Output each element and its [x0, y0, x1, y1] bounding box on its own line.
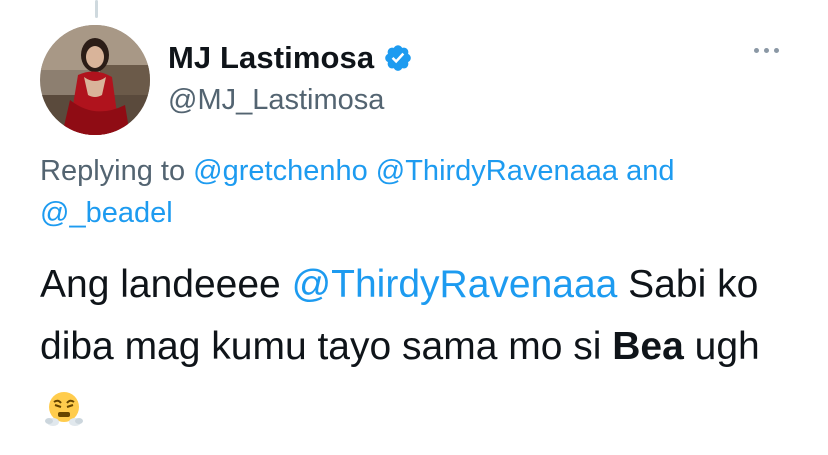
- avatar[interactable]: [40, 25, 150, 135]
- thread-connector-line: [95, 0, 98, 18]
- tweet-mention[interactable]: @ThirdyRavenaaa: [292, 263, 618, 306]
- face-with-steam-from-nose-icon: [44, 386, 84, 448]
- author-display-name[interactable]: MJ Lastimosa: [168, 40, 374, 76]
- verified-badge-icon: [383, 43, 413, 73]
- reply-mention-beadel[interactable]: @_beadel: [40, 197, 173, 229]
- tweet-text-part: Ang landeeee: [40, 263, 281, 306]
- reply-context: Replying to @gretchenho @ThirdyRavenaaa …: [40, 150, 800, 234]
- reply-mention-gretchenho[interactable]: @gretchenho: [193, 155, 368, 187]
- author-handle[interactable]: @MJ_Lastimosa: [168, 84, 384, 117]
- reply-context-prefix: Replying to: [40, 155, 186, 187]
- tweet-text-part: ugh: [694, 325, 760, 368]
- tweet-text: Ang landeeee @ThirdyRavenaaa Sabi ko dib…: [40, 254, 800, 448]
- more-options-icon[interactable]: [754, 48, 779, 53]
- reply-mention-thirdyravenaaa[interactable]: @ThirdyRavenaaa: [376, 155, 618, 187]
- reply-mention-conjunction[interactable]: and: [626, 155, 674, 187]
- tweet-text-bold: Bea: [612, 325, 684, 368]
